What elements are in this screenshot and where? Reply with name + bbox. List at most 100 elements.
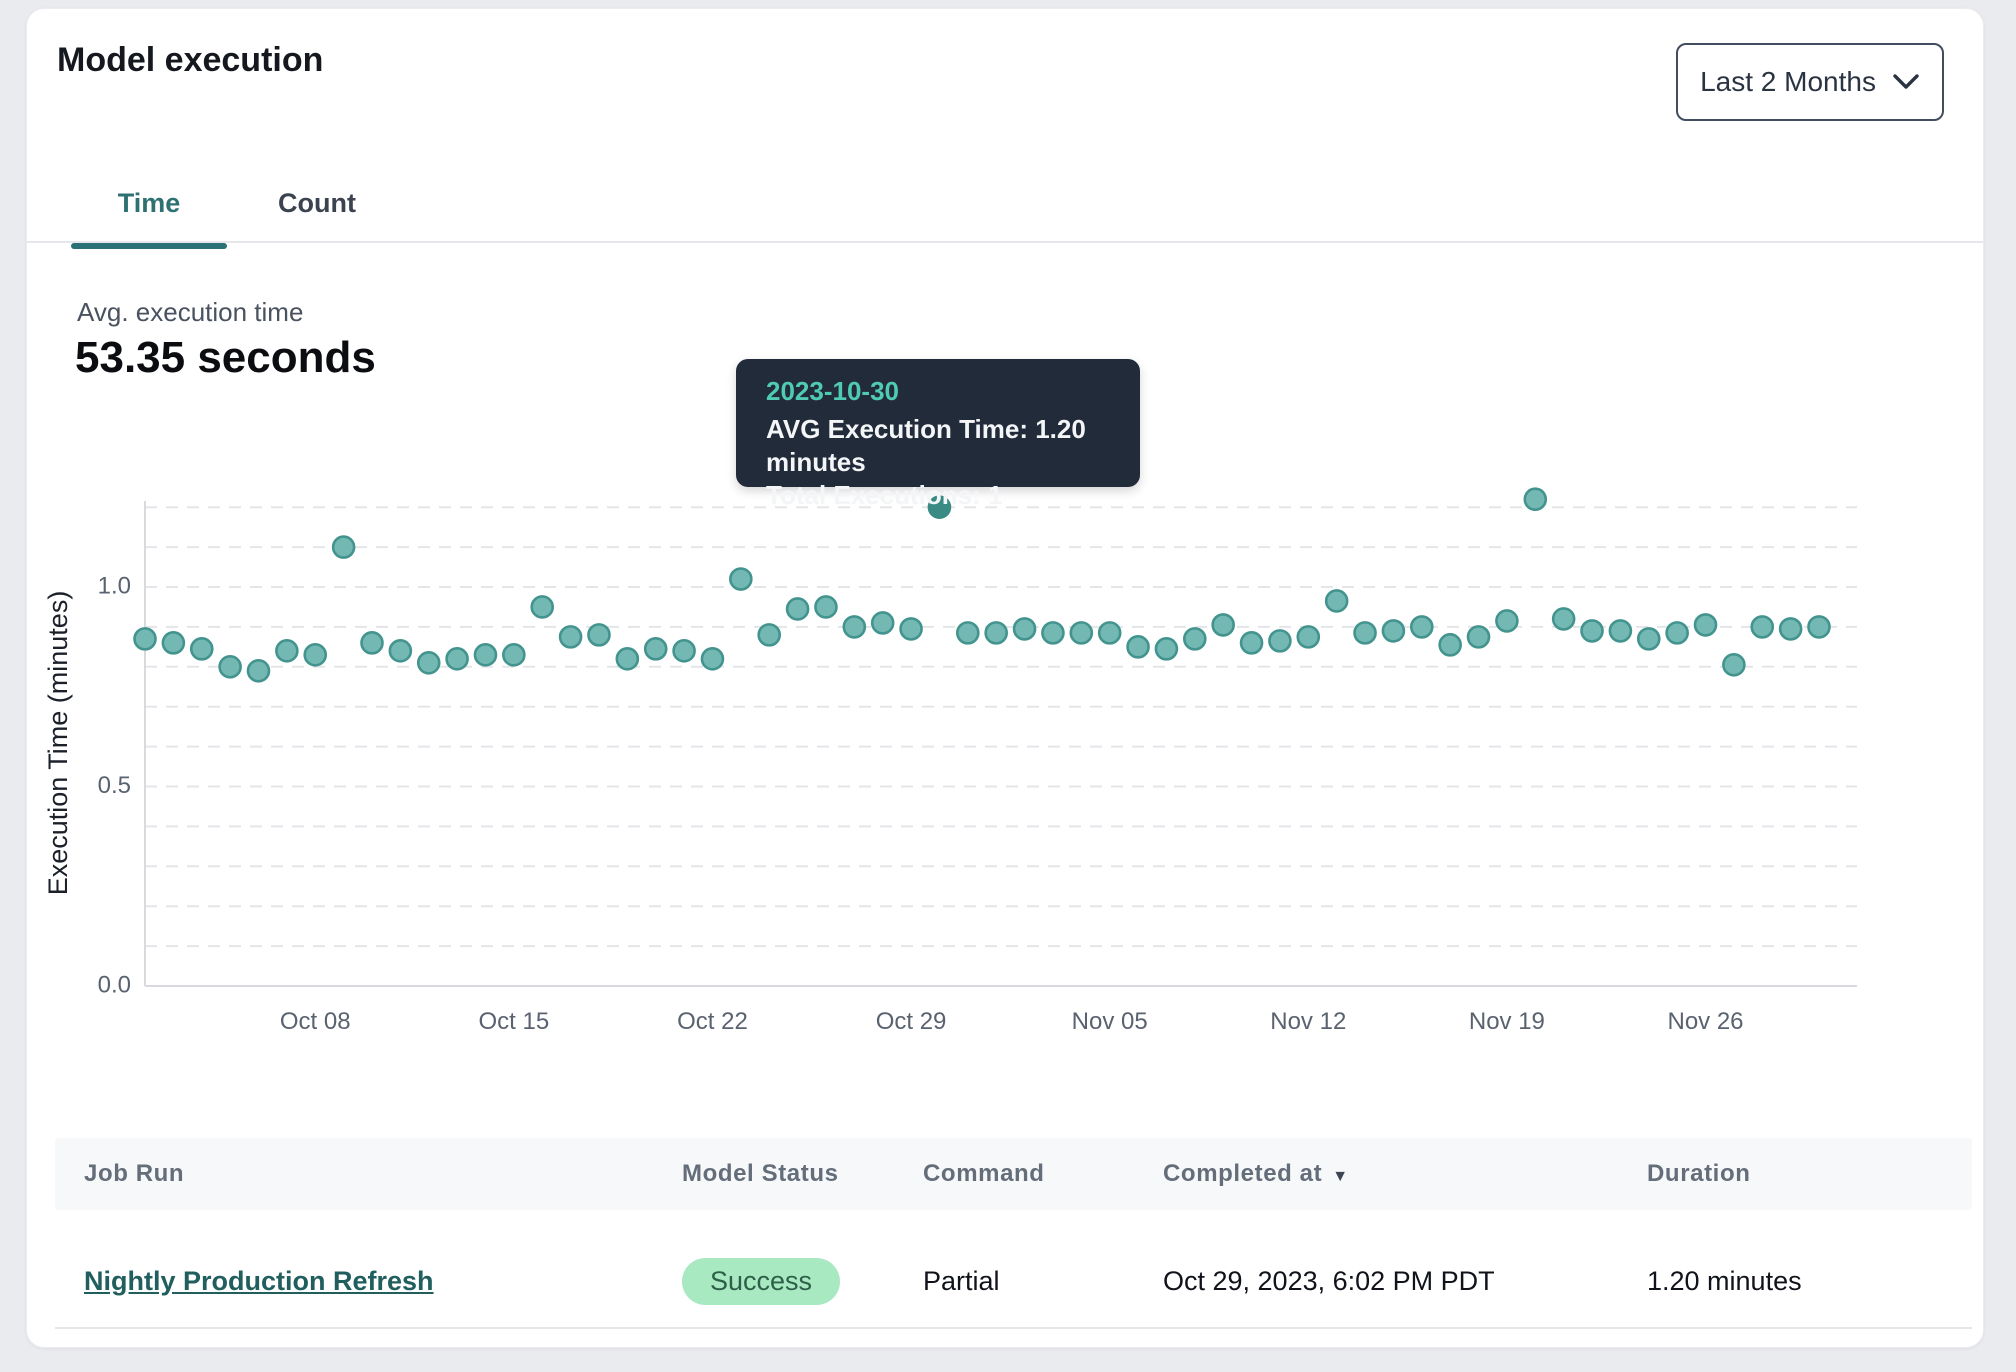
completed-at-cell: Oct 29, 2023, 6:02 PM PDT	[1163, 1245, 1495, 1317]
data-point[interactable]	[1298, 626, 1319, 647]
data-point[interactable]	[957, 622, 978, 643]
x-tick-label: Nov 19	[1469, 1008, 1545, 1035]
tab-bar: Time Count	[27, 177, 1983, 243]
page-title: Model execution	[57, 41, 323, 80]
column-header-command: Command	[923, 1138, 1045, 1210]
data-point[interactable]	[1667, 622, 1688, 643]
avg-execution-time-value: 53.35 seconds	[75, 333, 376, 383]
data-point[interactable]	[588, 624, 609, 645]
data-point[interactable]	[1780, 618, 1801, 639]
data-point[interactable]	[1610, 620, 1631, 641]
data-point[interactable]	[248, 660, 269, 681]
sort-desc-icon[interactable]: ▼	[1332, 1168, 1348, 1185]
execution-time-chart[interactable]: 0.0 0.5 1.0 Execution Time (minutes) Oct 08 O…	[27, 9, 1985, 1099]
x-tick-label: Oct 15	[478, 1008, 549, 1035]
column-header-job-run: Job Run	[84, 1138, 184, 1210]
column-header-duration: Duration	[1647, 1138, 1750, 1210]
data-point[interactable]	[1042, 622, 1063, 643]
chart-tooltip: 2023-10-30 AVG Execution Time: 1.20 minu…	[736, 359, 1140, 487]
duration-cell: 1.20 minutes	[1647, 1245, 1802, 1317]
chevron-down-icon	[1892, 73, 1920, 91]
data-point[interactable]	[872, 612, 893, 633]
data-point[interactable]	[1269, 630, 1290, 651]
y-axis-title: Execution Time (minutes)	[43, 591, 73, 896]
data-point[interactable]	[1213, 614, 1234, 635]
data-point[interactable]	[333, 537, 354, 558]
data-point[interactable]	[1241, 632, 1262, 653]
data-point[interactable]	[1496, 610, 1517, 631]
y-tick-label: 1.0	[98, 572, 131, 599]
data-point[interactable]	[1014, 618, 1035, 639]
data-point[interactable]	[305, 644, 326, 665]
table-header: Job Run Model Status Command Completed a…	[55, 1138, 1972, 1210]
data-point[interactable]	[135, 628, 156, 649]
data-point[interactable]	[815, 596, 836, 617]
data-point[interactable]	[1582, 620, 1603, 641]
tab-count[interactable]: Count	[239, 177, 395, 241]
tooltip-avg-execution-time: AVG Execution Time: 1.20 minutes	[766, 413, 1110, 479]
data-point[interactable]	[276, 640, 297, 661]
data-point[interactable]	[1553, 608, 1574, 629]
x-tick-label: Oct 08	[280, 1008, 351, 1035]
column-header-completed-at-label: Completed at	[1163, 1160, 1322, 1187]
column-header-model-status: Model Status	[682, 1138, 839, 1210]
table-row: Nightly Production Refresh Success Parti…	[55, 1245, 1972, 1317]
data-point[interactable]	[1695, 614, 1716, 635]
x-tick-label: Oct 22	[677, 1008, 748, 1035]
job-run-link[interactable]: Nightly Production Refresh	[84, 1266, 434, 1297]
data-point[interactable]	[787, 598, 808, 619]
command-cell: Partial	[923, 1245, 1000, 1317]
y-tick-label: 0.5	[98, 772, 131, 799]
data-point[interactable]	[1184, 628, 1205, 649]
data-point[interactable]	[1156, 638, 1177, 659]
y-tick-label: 0.0	[98, 971, 131, 998]
data-point[interactable]	[844, 616, 865, 637]
data-point[interactable]	[1383, 620, 1404, 641]
data-point[interactable]	[759, 624, 780, 645]
data-point[interactable]	[1411, 616, 1432, 637]
data-point[interactable]	[645, 638, 666, 659]
date-range-dropdown[interactable]: Last 2 Months	[1676, 43, 1944, 121]
tooltip-total-executions: Total Executions: 1	[766, 479, 1110, 512]
data-point[interactable]	[1099, 622, 1120, 643]
data-point[interactable]	[986, 622, 1007, 643]
data-point[interactable]	[1355, 622, 1376, 643]
data-point[interactable]	[1468, 626, 1489, 647]
data-point[interactable]	[1128, 636, 1149, 657]
x-tick-label: Nov 12	[1270, 1008, 1346, 1035]
data-point[interactable]	[617, 648, 638, 669]
date-range-label: Last 2 Months	[1700, 66, 1876, 98]
data-point[interactable]	[532, 596, 553, 617]
data-point[interactable]	[1809, 616, 1830, 637]
x-tick-label: Nov 26	[1667, 1008, 1743, 1035]
model-execution-card: Model execution Last 2 Months Time Count…	[26, 8, 1984, 1348]
data-point[interactable]	[1638, 628, 1659, 649]
status-badge: Success	[682, 1258, 840, 1305]
data-point[interactable]	[447, 648, 468, 669]
x-tick-label: Nov 05	[1072, 1008, 1148, 1035]
data-point[interactable]	[163, 632, 184, 653]
data-point[interactable]	[560, 626, 581, 647]
data-point[interactable]	[475, 644, 496, 665]
row-divider	[55, 1327, 1972, 1329]
data-point[interactable]	[1752, 616, 1773, 637]
data-point[interactable]	[702, 648, 723, 669]
x-tick-label: Oct 29	[876, 1008, 947, 1035]
data-point[interactable]	[730, 569, 751, 590]
data-point[interactable]	[674, 640, 695, 661]
data-point[interactable]	[390, 640, 411, 661]
data-point[interactable]	[901, 618, 922, 639]
avg-execution-time-label: Avg. execution time	[77, 297, 303, 328]
data-point[interactable]	[1071, 622, 1092, 643]
column-header-completed-at[interactable]: Completed at ▼	[1163, 1138, 1349, 1210]
data-point[interactable]	[1723, 654, 1744, 675]
data-point[interactable]	[220, 656, 241, 677]
data-point[interactable]	[1525, 489, 1546, 510]
data-point[interactable]	[503, 644, 524, 665]
data-point[interactable]	[361, 632, 382, 653]
data-point[interactable]	[1326, 590, 1347, 611]
data-point[interactable]	[418, 652, 439, 673]
tab-time[interactable]: Time	[71, 177, 227, 241]
data-point[interactable]	[191, 638, 212, 659]
data-point[interactable]	[1440, 634, 1461, 655]
